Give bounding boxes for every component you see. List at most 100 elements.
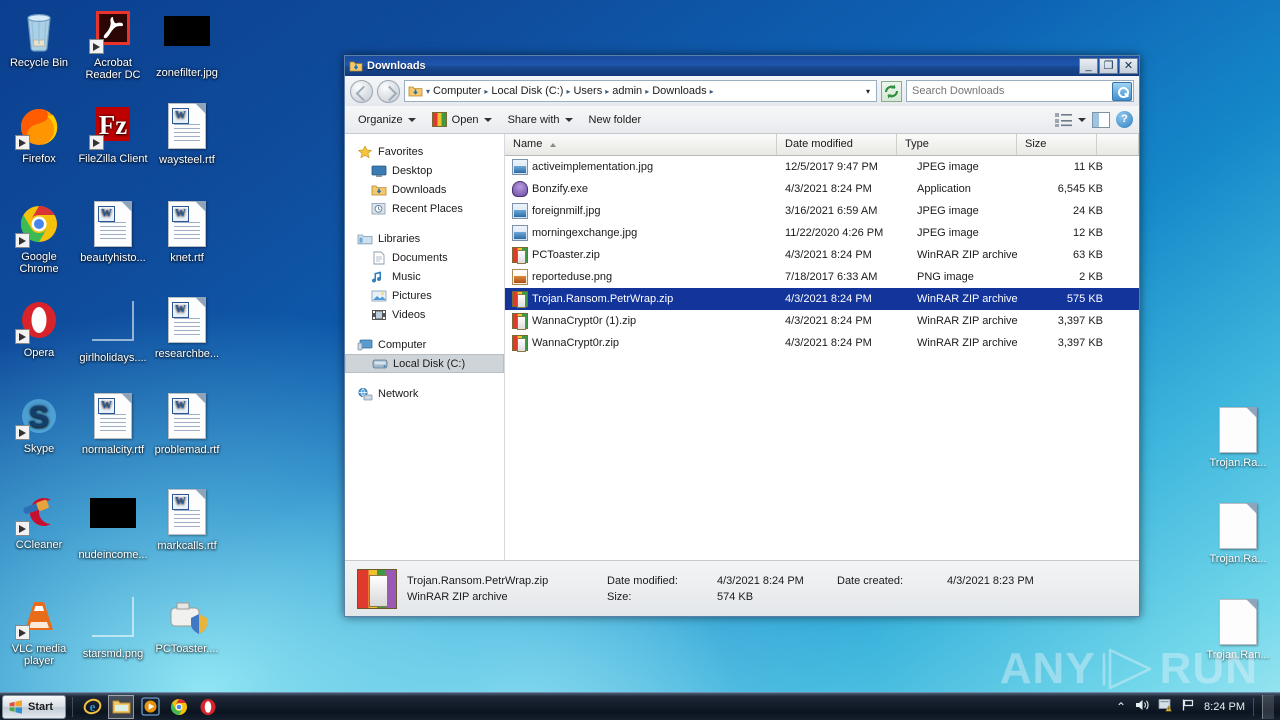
- share-with-button[interactable]: Share with: [501, 111, 580, 129]
- taskbar-internet-explorer[interactable]: e: [79, 695, 105, 719]
- volume-icon[interactable]: [1134, 698, 1150, 715]
- desktop-icon-recycle-bin[interactable]: Recycle Bin: [2, 6, 76, 69]
- view-dropdown-icon[interactable]: [1078, 117, 1086, 122]
- organize-button[interactable]: Organize: [351, 111, 423, 129]
- desktop-icon-label: Trojan.Ra...: [1209, 553, 1267, 565]
- table-row[interactable]: morningexchange.jpg 11/22/2020 4:26 PM J…: [505, 222, 1139, 244]
- table-row[interactable]: activeimplementation.jpg 12/5/2017 9:47 …: [505, 156, 1139, 178]
- new-folder-button[interactable]: New folder: [582, 111, 649, 129]
- refresh-icon[interactable]: [881, 80, 902, 102]
- address-history-dropdown[interactable]: ▾: [862, 87, 874, 96]
- help-icon[interactable]: ?: [1116, 111, 1133, 128]
- minimize-button[interactable]: _: [1079, 58, 1098, 74]
- sidebar-item-documents[interactable]: Documents: [345, 248, 504, 267]
- chevron-right-icon[interactable]: ▸: [709, 87, 715, 96]
- desktop-icon: [371, 164, 387, 178]
- desktop-icon-normalcity-rtf[interactable]: W normalcity.rtf: [76, 392, 150, 456]
- breadcrumb-item-computer[interactable]: Computer: [431, 85, 483, 97]
- details-pane: Trojan.Ransom.PetrWrap.zip Date modified…: [345, 560, 1139, 616]
- nav-group-libraries[interactable]: Libraries: [345, 229, 504, 248]
- chevron-up-icon[interactable]: ⌃: [1116, 700, 1126, 714]
- desktop-icon-opera[interactable]: Opera: [2, 296, 76, 359]
- file-type: JPEG image: [917, 205, 979, 217]
- nav-group-network[interactable]: Network: [345, 384, 504, 403]
- view-list-icon[interactable]: [1055, 112, 1072, 127]
- column-header-size[interactable]: Size: [1017, 134, 1097, 155]
- clock[interactable]: 8:24 PM: [1204, 701, 1245, 713]
- table-row[interactable]: Bonzify.exe 4/3/2021 8:24 PM Application…: [505, 178, 1139, 200]
- desktop-icon-girlholidays[interactable]: girlholidays....: [76, 296, 150, 364]
- table-row[interactable]: reporteduse.png 7/18/2017 6:33 AM PNG im…: [505, 266, 1139, 288]
- desktop-icon-acrobat-reader-dc[interactable]: Acrobat Reader DC: [76, 6, 150, 81]
- breadcrumb-item-downloads[interactable]: Downloads: [650, 85, 708, 97]
- start-button[interactable]: Start: [2, 694, 67, 719]
- desktop-icon-zonefilter-jpg[interactable]: zonefilter.jpg: [150, 6, 224, 79]
- desktop-icon-firefox[interactable]: Firefox: [2, 102, 76, 165]
- table-row[interactable]: foreignmilf.jpg 3/16/2021 6:59 AM JPEG i…: [505, 200, 1139, 222]
- maximize-button[interactable]: ❐: [1099, 58, 1118, 74]
- action-center-flag-icon[interactable]: [1158, 698, 1173, 715]
- desktop-icon-waysteel-rtf[interactable]: W waysteel.rtf: [150, 102, 224, 166]
- desktop-icon-trojan-ransom-2[interactable]: Trojan.Ra...: [1198, 502, 1278, 565]
- desktop-icon-nudeincome[interactable]: nudeincome...: [76, 488, 150, 561]
- breadcrumb-item-users[interactable]: Users: [571, 85, 604, 97]
- desktop-icon-skype[interactable]: S Skype: [2, 392, 76, 455]
- taskbar-windows-explorer[interactable]: [108, 694, 135, 719]
- nav-label: Favorites: [378, 145, 424, 158]
- desktop-icon-starsmd-png[interactable]: starsmd.png: [76, 592, 150, 660]
- desktop-icon-label: starsmd.png: [82, 648, 144, 660]
- column-header-name[interactable]: Name: [505, 134, 777, 155]
- sidebar-item-recent-places[interactable]: Recent Places: [345, 199, 504, 218]
- desktop-icon-vlc-media-player[interactable]: VLC media player: [2, 592, 76, 667]
- search-input[interactable]: [907, 85, 1112, 97]
- sidebar-item-pictures[interactable]: Pictures: [345, 286, 504, 305]
- table-row[interactable]: PCToaster.zip 4/3/2021 8:24 PM WinRAR ZI…: [505, 244, 1139, 266]
- nav-group-computer[interactable]: Computer: [345, 335, 504, 354]
- desktop-icon-google-chrome[interactable]: Google Chrome: [2, 200, 76, 275]
- application-file-icon: [512, 181, 528, 197]
- desktop-icon-problemad-rtf[interactable]: W problemad.rtf: [150, 392, 224, 456]
- table-row-selected[interactable]: Trojan.Ransom.PetrWrap.zip 4/3/2021 8:24…: [505, 288, 1139, 310]
- search-icon[interactable]: [1112, 81, 1132, 101]
- shortcut-overlay-icon: [15, 135, 30, 150]
- column-header-spare[interactable]: [1097, 134, 1139, 155]
- column-label: Name: [513, 138, 543, 150]
- desktop-icon-beautyhisto[interactable]: W beautyhisto...: [76, 200, 150, 264]
- open-label: Open: [451, 113, 479, 126]
- search-box[interactable]: [906, 80, 1134, 102]
- taskbar-windows-media-player[interactable]: [137, 695, 163, 719]
- desktop-icon-trojan-ransom-3[interactable]: Trojan.Ran...: [1198, 598, 1278, 661]
- sidebar-item-downloads[interactable]: Downloads: [345, 180, 504, 199]
- sidebar-item-videos[interactable]: Videos: [345, 305, 504, 324]
- taskbar-opera[interactable]: [195, 695, 221, 719]
- breadcrumb[interactable]: ▾ Computer ▸ Local Disk (C:) ▸ Users ▸ a…: [404, 80, 877, 102]
- desktop-icon-knet-rtf[interactable]: W knet.rtf: [150, 200, 224, 264]
- back-button[interactable]: [350, 79, 373, 103]
- breadcrumb-item-admin[interactable]: admin: [610, 85, 644, 97]
- desktop-icon-trojan-ransom-1[interactable]: Trojan.Ra...: [1198, 406, 1278, 469]
- network-flag-icon[interactable]: [1181, 698, 1196, 715]
- table-row[interactable]: WannaCrypt0r.zip 4/3/2021 8:24 PM WinRAR…: [505, 332, 1139, 354]
- breadcrumb-item-local-disk[interactable]: Local Disk (C:): [489, 85, 565, 97]
- preview-pane-icon[interactable]: [1092, 111, 1110, 128]
- table-row[interactable]: WannaCrypt0r (1).zip 4/3/2021 8:24 PM Wi…: [505, 310, 1139, 332]
- window-title-bar[interactable]: Downloads _ ❐ ✕: [345, 56, 1139, 76]
- show-desktop-button[interactable]: [1262, 694, 1274, 719]
- desktop-icon-markcalls-rtf[interactable]: W markcalls.rtf: [150, 488, 224, 552]
- sidebar-item-music[interactable]: Music: [345, 267, 504, 286]
- taskbar-google-chrome[interactable]: [166, 695, 192, 719]
- desktop-icon-pctoaster[interactable]: PCToaster....: [150, 592, 224, 655]
- desktop-icon-researchbe[interactable]: W researchbe...: [150, 296, 224, 360]
- file-name: reporteduse.png: [532, 271, 613, 283]
- open-button[interactable]: Open: [425, 109, 499, 130]
- column-header-date-modified[interactable]: Date modified: [777, 134, 897, 155]
- forward-button[interactable]: [377, 79, 400, 103]
- nav-group-favorites[interactable]: Favorites: [345, 142, 504, 161]
- desktop-icon-ccleaner[interactable]: CCleaner: [2, 488, 76, 551]
- sidebar-item-local-disk-c[interactable]: Local Disk (C:): [345, 354, 504, 373]
- column-header-type[interactable]: Type: [897, 134, 1017, 155]
- desktop-icon-filezilla-client[interactable]: Fz FileZilla Client: [76, 102, 150, 165]
- close-button[interactable]: ✕: [1119, 58, 1138, 74]
- sidebar-item-desktop[interactable]: Desktop: [345, 161, 504, 180]
- new-folder-label: New folder: [588, 113, 642, 126]
